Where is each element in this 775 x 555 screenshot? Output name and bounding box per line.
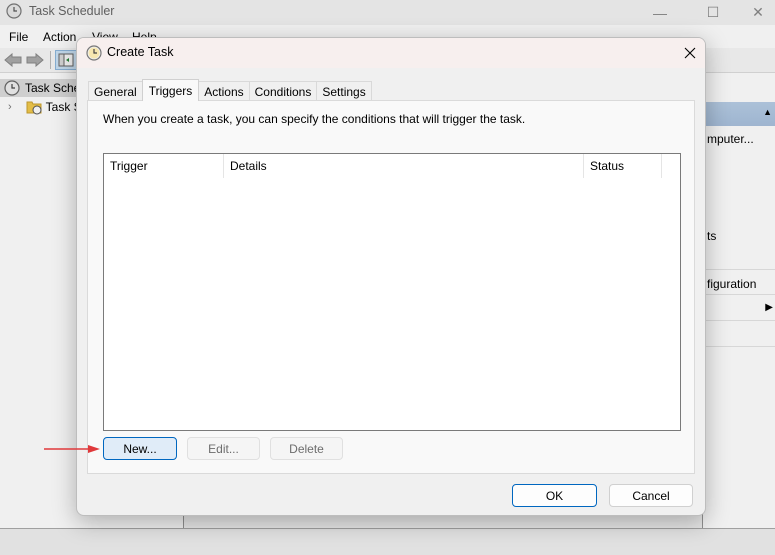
edit-trigger-button[interactable]: Edit... (187, 437, 260, 460)
clock-icon (86, 45, 102, 61)
triggers-list-header: Trigger Details Status (104, 154, 680, 178)
new-trigger-button[interactable]: New... (103, 437, 177, 460)
annotation-arrow-icon (44, 445, 100, 453)
tab-settings[interactable]: Settings (316, 81, 372, 101)
ok-button[interactable]: OK (512, 484, 597, 507)
dialog-close-button[interactable] (675, 38, 705, 68)
column-header-trigger[interactable]: Trigger (104, 154, 224, 178)
tab-actions[interactable]: Actions (198, 81, 250, 101)
tab-general[interactable]: General (88, 81, 143, 101)
triggers-instruction-text: When you create a task, you can specify … (103, 112, 526, 126)
tab-conditions[interactable]: Conditions (248, 81, 318, 101)
column-header-status[interactable]: Status (584, 154, 662, 178)
dialog-titlebar[interactable]: Create Task (77, 38, 705, 68)
triggers-list[interactable]: Trigger Details Status (103, 153, 681, 431)
cancel-button[interactable]: Cancel (609, 484, 693, 507)
delete-trigger-button[interactable]: Delete (270, 437, 343, 460)
tab-strip: General Triggers Actions Conditions Sett… (88, 79, 372, 101)
close-icon (684, 47, 696, 59)
create-task-dialog: Create Task General Triggers Actions Con… (76, 37, 706, 516)
column-header-details[interactable]: Details (224, 154, 584, 178)
tab-triggers[interactable]: Triggers (141, 79, 200, 101)
dialog-title: Create Task (107, 45, 174, 59)
triggers-tab-panel: When you create a task, you can specify … (87, 100, 695, 474)
